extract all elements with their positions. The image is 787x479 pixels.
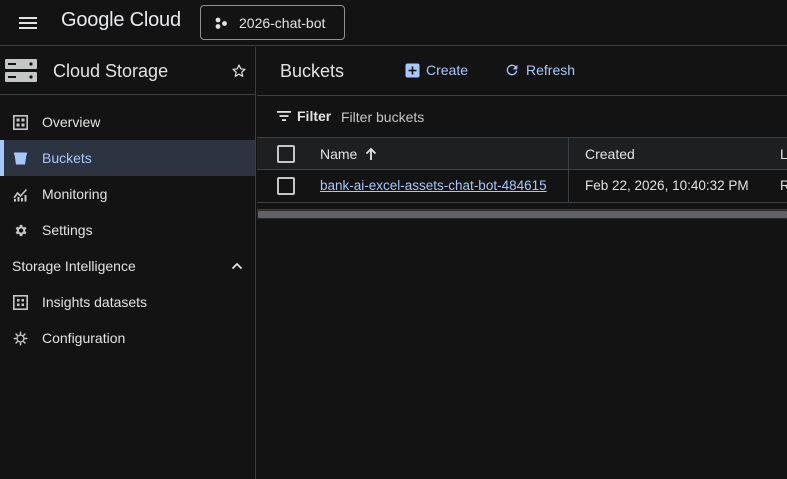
table-row: bank-ai-excel-assets-chat-bot-484615 Feb… <box>257 170 787 203</box>
bucket-location: R <box>780 178 787 193</box>
monitoring-icon <box>13 188 28 202</box>
project-selector-button[interactable]: 2026-chat-bot <box>200 5 345 40</box>
sidebar-item-monitoring[interactable]: Monitoring <box>0 176 255 212</box>
bucket-name-link[interactable]: bank-ai-excel-assets-chat-bot-484615 <box>320 178 547 193</box>
cloud-storage-icon <box>5 59 37 82</box>
sidebar-item-buckets[interactable]: Buckets <box>0 140 255 176</box>
filter-button[interactable]: Filter <box>277 108 331 124</box>
top-bar: Google Cloud 2026-chat-bot <box>0 0 787 46</box>
sidebar-item-insights-datasets[interactable]: Insights datasets <box>0 284 255 320</box>
gear-icon <box>15 224 27 237</box>
filter-input[interactable] <box>341 106 771 128</box>
page-header: Buckets Create Refresh <box>257 47 787 96</box>
dataset-icon <box>13 295 28 310</box>
sidebar-item-configuration[interactable]: Configuration <box>0 320 255 356</box>
section-storage-intelligence[interactable]: Storage Intelligence <box>0 248 255 284</box>
bucket-icon <box>14 152 27 165</box>
project-name: 2026-chat-bot <box>239 14 326 31</box>
configuration-icon <box>13 331 28 346</box>
sidebar: Cloud Storage Overview Buckets Monitorin… <box>0 47 256 479</box>
star-icon[interactable] <box>231 63 247 79</box>
bucket-created: Feb 22, 2026, 10:40:32 PM <box>585 178 749 193</box>
arrow-up-icon <box>366 147 377 160</box>
sidebar-header: Cloud Storage <box>0 47 255 95</box>
sidebar-item-label: Configuration <box>42 330 126 346</box>
filter-label: Filter <box>297 108 332 124</box>
page-title: Buckets <box>280 61 345 81</box>
sidebar-item-overview[interactable]: Overview <box>0 104 255 140</box>
sidebar-item-label: Overview <box>42 114 101 130</box>
column-label: Name <box>320 146 358 162</box>
dashboard-icon <box>13 115 28 130</box>
create-label: Create <box>426 62 469 78</box>
refresh-label: Refresh <box>526 62 576 78</box>
refresh-icon <box>506 64 518 76</box>
sidebar-item-label: Monitoring <box>42 186 108 202</box>
column-header-created[interactable]: Created <box>585 146 635 162</box>
project-hierarchy-icon <box>215 17 227 29</box>
google-cloud-logo[interactable]: Google Cloud <box>61 9 181 32</box>
refresh-button[interactable]: Refresh <box>504 62 575 78</box>
table-header: Name Created L <box>257 137 787 170</box>
sidebar-item-label: Insights datasets <box>42 294 148 310</box>
main-content: Buckets Create Refresh Filter Name Creat… <box>257 47 787 479</box>
row-checkbox[interactable] <box>277 177 295 195</box>
add-box-icon <box>405 63 420 77</box>
scrollbar-thumb[interactable] <box>258 211 787 218</box>
select-all-checkbox[interactable] <box>277 145 295 163</box>
sidebar-item-label: Buckets <box>42 150 92 166</box>
sidebar-item-settings[interactable]: Settings <box>0 212 255 248</box>
filter-bar: Filter <box>257 97 787 137</box>
column-header-location[interactable]: L <box>780 146 787 162</box>
filter-icon <box>277 111 291 121</box>
horizontal-scrollbar[interactable] <box>257 209 787 219</box>
sidebar-item-label: Settings <box>42 222 93 238</box>
section-label: Storage Intelligence <box>12 258 136 274</box>
sidebar-title: Cloud Storage <box>53 61 169 81</box>
column-header-name[interactable]: Name <box>320 146 377 162</box>
chevron-up-icon <box>231 262 243 270</box>
hamburger-menu-icon[interactable] <box>14 11 42 35</box>
create-button[interactable]: Create <box>405 62 468 78</box>
